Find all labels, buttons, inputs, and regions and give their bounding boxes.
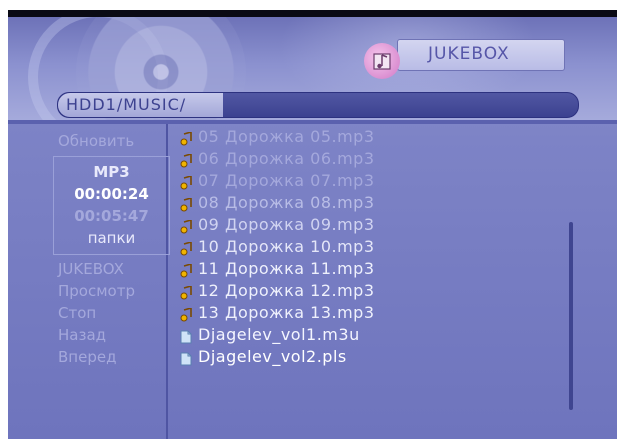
top-border [8, 10, 617, 17]
music-note-icon [180, 240, 192, 256]
menu-item-back[interactable]: Назад [58, 326, 106, 344]
file-name: 07 Дорожка 07.mp3 [198, 171, 375, 190]
folders-button[interactable]: папки [54, 229, 169, 247]
menu-item-stop[interactable]: Стоп [58, 304, 96, 322]
file-name: 11 Дорожка 11.mp3 [198, 259, 375, 278]
file-name: 10 Дорожка 10.mp3 [198, 237, 375, 256]
music-note-icon [180, 306, 192, 322]
path-bar: HDD1/MUSIC/ [57, 92, 579, 118]
music-note-icon [180, 174, 192, 190]
elapsed-time: 00:00:24 [74, 185, 149, 203]
playback-status-box: MP3 00:00:24 00:05:47 папки [53, 156, 170, 255]
file-name: 06 Дорожка 06.mp3 [198, 149, 375, 168]
menu-item-refresh[interactable]: Обновить [58, 132, 134, 150]
media-player-screen: JUKEBOX HDD1/MUSIC/ Обновить MP3 00:00:2… [8, 10, 617, 439]
total-time: 00:05:47 [74, 207, 149, 225]
file-name: 13 Дорожка 13.mp3 [198, 303, 375, 322]
scrollbar[interactable] [569, 222, 573, 410]
music-note-icon [180, 152, 192, 168]
playlist-file-icon [180, 329, 192, 344]
file-name: 08 Дорожка 08.mp3 [198, 193, 375, 212]
music-note-icon [180, 218, 192, 234]
menu-item-jukebox[interactable]: JUKEBOX [58, 260, 124, 278]
jukebox-icon [364, 43, 400, 79]
current-path: HDD1/MUSIC/ [66, 95, 187, 114]
file-type-label: MP3 [93, 163, 130, 181]
file-name: 12 Дорожка 12.mp3 [198, 281, 375, 300]
music-note-icon [180, 284, 192, 300]
file-name: 09 Дорожка 09.mp3 [198, 215, 375, 234]
playlist-file-icon [180, 351, 192, 366]
menu-item-forward[interactable]: Вперед [58, 348, 116, 366]
file-name: 05 Дорожка 05.mp3 [198, 127, 375, 146]
music-note-icon [180, 130, 192, 146]
file-name: Djagelev_vol1.m3u [198, 325, 360, 344]
app-title: JUKEBOX [428, 44, 510, 64]
menu-item-browse[interactable]: Просмотр [58, 282, 135, 300]
mode-title-box: JUKEBOX [397, 39, 565, 71]
file-name: Djagelev_vol2.pls [198, 347, 347, 366]
music-note-icon [180, 262, 192, 278]
music-note-icon [180, 196, 192, 212]
